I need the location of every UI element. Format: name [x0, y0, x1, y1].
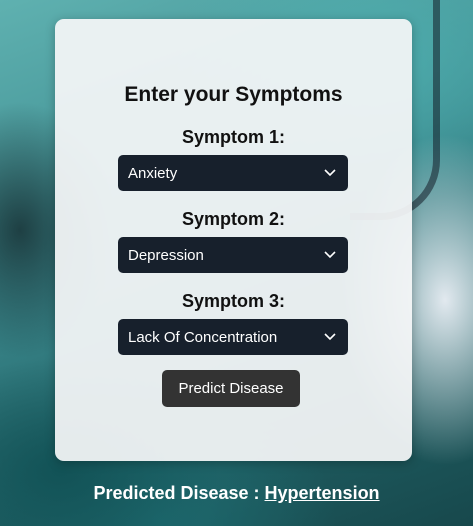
- symptom-form-card: Enter your Symptoms Symptom 1: Anxiety S…: [55, 19, 412, 461]
- symptom-3-label: Symptom 3:: [181, 291, 286, 311]
- result-value: Hypertension: [264, 483, 380, 503]
- predict-disease-button[interactable]: Predict Disease: [162, 370, 300, 407]
- symptom-1-value: Anxiety: [128, 164, 178, 182]
- symptom-2-select[interactable]: Depression: [118, 237, 348, 273]
- result-label: Predicted Disease :: [93, 483, 265, 503]
- symptom-2-label: Symptom 2:: [181, 209, 286, 229]
- prediction-result: Predicted Disease : Hypertension: [0, 483, 473, 504]
- symptom-1-select[interactable]: Anxiety: [118, 155, 348, 191]
- symptom-3-select[interactable]: Lack Of Concentration: [118, 319, 348, 355]
- chevron-down-icon: [324, 333, 336, 341]
- form-title: Enter your Symptoms: [124, 83, 343, 106]
- symptom-2-value: Depression: [128, 246, 204, 264]
- chevron-down-icon: [324, 251, 336, 259]
- chevron-down-icon: [324, 169, 336, 177]
- symptom-3-value: Lack Of Concentration: [128, 328, 278, 346]
- symptom-1-label: Symptom 1:: [181, 127, 286, 147]
